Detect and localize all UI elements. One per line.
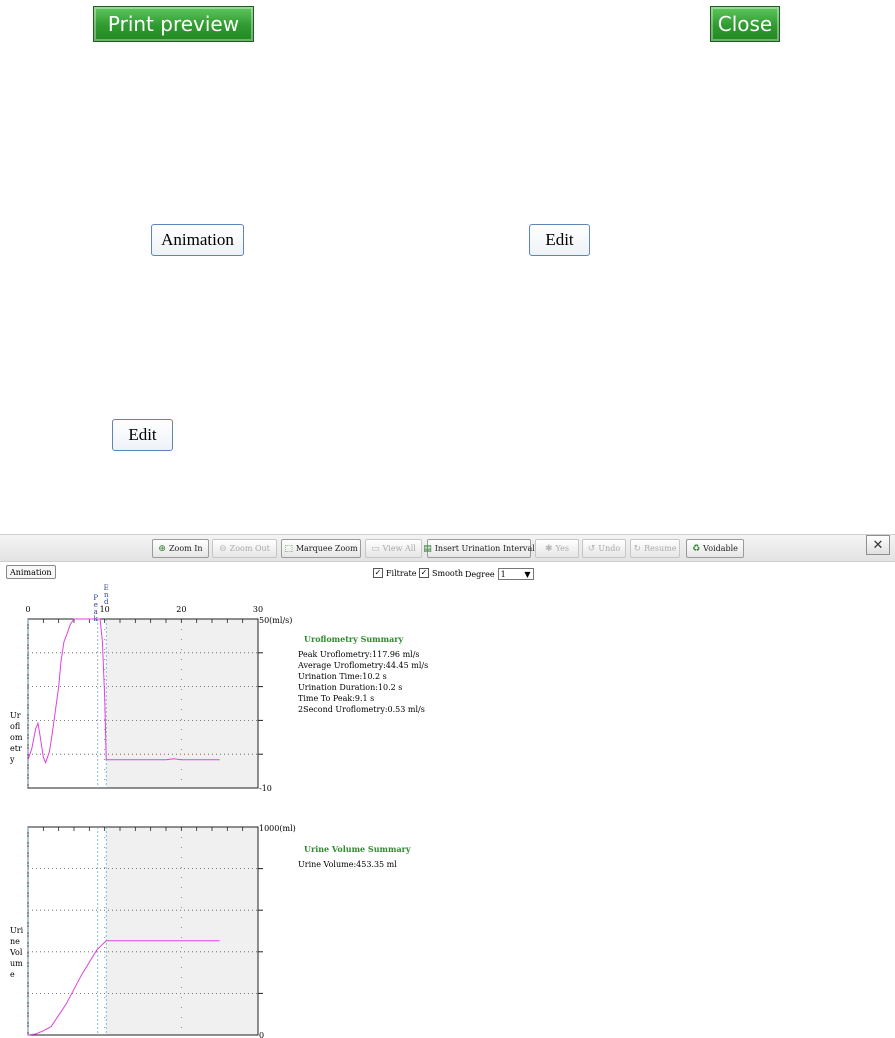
x-tick-label: 0 — [25, 605, 30, 614]
summary-line: Urination Duration:10.2 s — [298, 683, 403, 692]
chart-panel: ⊕ Zoom In ⊖ Zoom Out ⬚ Marquee Zoom ▭ View All ▤… — [0, 534, 895, 1038]
uroflow-y-max-label: 50(ml/s) — [259, 616, 292, 625]
edit-button-2[interactable]: Edit — [112, 419, 173, 451]
summary-line: Urination Time:10.2 s — [298, 672, 387, 681]
summary-line: Peak Uroflometry:117.96 ml/s — [298, 650, 420, 659]
uroflow-post-void-region — [106, 619, 258, 788]
close-button[interactable]: Close — [710, 6, 780, 42]
peak-marker-label: k — [94, 615, 99, 623]
uroflow-y-min-label: -10 — [259, 784, 272, 793]
x-tick-label: 30 — [253, 605, 263, 614]
volume-post-void-region — [106, 827, 258, 1035]
summary-line: Time To Peak:9.1 s — [298, 694, 375, 703]
summary-line: Urine Volume:453.35 ml — [298, 860, 397, 869]
urine-volume-axis-label: Urine Volume — [10, 926, 24, 979]
end-marker-label: d — [104, 598, 109, 606]
urine-volume-summary-title: Urine Volume Summary — [304, 844, 411, 854]
volume-y-max-label: 1000(ml) — [259, 824, 296, 833]
uroflometry-axis-label: Uroflometry — [10, 711, 23, 764]
uroflometry-summary-title: Uroflometry Summary — [304, 634, 404, 644]
print-preview-button[interactable]: Print preview — [93, 6, 254, 42]
x-tick-label: 20 — [176, 605, 186, 614]
edit-button-1[interactable]: Edit — [529, 224, 590, 256]
urine-volume-summary: Urine Volume Summary Urine Volume:453.35… — [298, 844, 411, 870]
uroflometry-summary: Uroflometry Summary Peak Uroflometry:117… — [298, 634, 428, 715]
summary-line: Average Uroflometry:44.45 ml/s — [298, 661, 429, 670]
uroflometry-charts: 50(ml/s)-101000(ml)00 10 20 30PeakEnd — [25, 584, 296, 1038]
animation-button[interactable]: Animation — [151, 224, 244, 256]
summary-line: 2Second Uroflometry:0.53 ml/s — [298, 705, 425, 714]
x-tick-label: 10 — [100, 605, 110, 614]
